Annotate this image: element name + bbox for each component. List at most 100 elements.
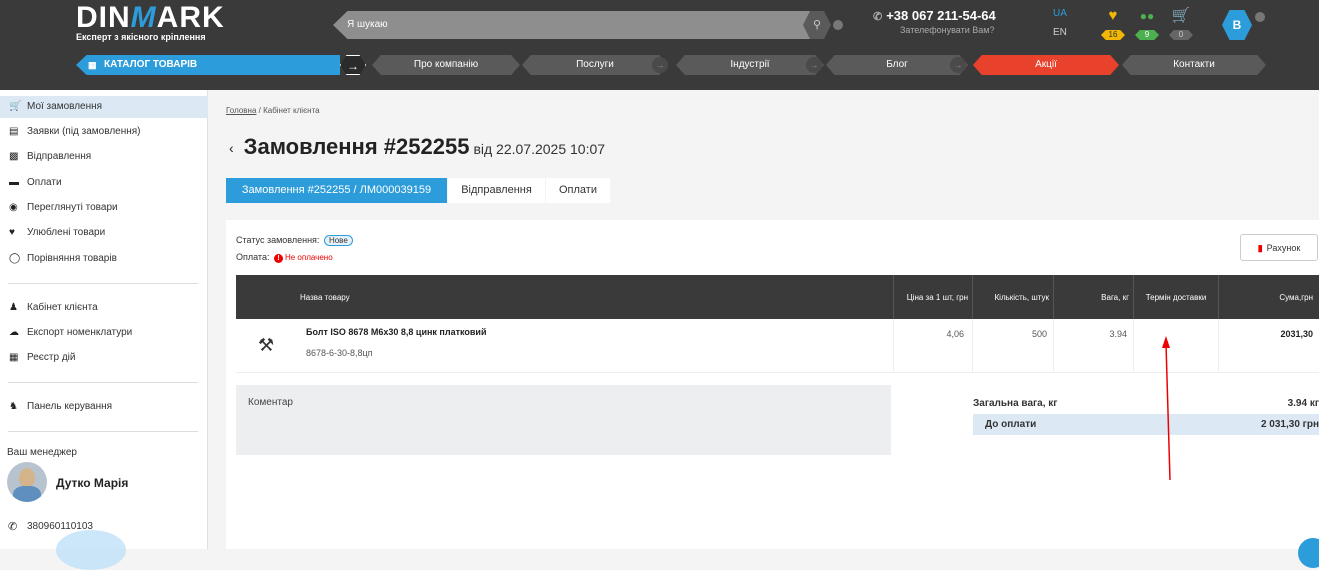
sidebar-item-requests[interactable]: ▤ Заявки (під замовлення) [0,121,208,143]
col-name: Назва товару [236,275,894,319]
back-chevron-icon[interactable]: ‹ [229,140,234,156]
cell-price: 4,06 [894,319,973,373]
logo-text: DIN [76,1,131,34]
table-row[interactable]: ⚒ Болт ISO 8678 M6x30 8,8 цинк платковий… [236,319,1319,373]
order-title: Замовлення #252255 [243,134,470,159]
tab-order[interactable]: Замовлення #252255 / ЛМ000039159 [226,178,447,203]
card-icon: ▬ [9,177,19,188]
order-card: Статус замовлення: Нове Оплата: ! Не опла… [226,220,1319,549]
floating-chat-button[interactable] [1298,538,1319,568]
search-extra-icon [833,20,843,30]
sidebar-item-label: Заявки (під замовлення) [27,126,141,137]
phone-icon: ✆ [873,11,883,23]
nav-industries[interactable]: Індустрії [676,55,824,75]
logo-accent: M [130,1,157,34]
cloud-icon: ☁ [9,327,19,338]
compare-icon: ◯ [9,253,21,264]
sidebar-divider [8,431,198,432]
search-input[interactable]: Я шукаю [333,11,815,39]
heart-icon: ♥ [1108,7,1118,24]
cart-badge: 0 [1169,30,1193,40]
sidebar-divider [8,283,198,284]
status-badge: Нове [323,235,353,246]
sidebar-item-label: Порівняння товарів [27,253,117,264]
sidebar-item-export[interactable]: ☁ Експорт номенклатури [0,322,208,344]
payment-label: Оплата: [236,252,270,262]
lang-en[interactable]: EN [1053,27,1067,38]
invoice-button[interactable]: ▮ Рахунок [1240,234,1318,261]
cell-weight: 3.94 [1054,319,1134,373]
invoice-label: Рахунок [1266,243,1301,253]
cell-sum: 2031,30 [1280,329,1313,339]
cell-qty: 500 [973,319,1054,373]
manager-label: Ваш менеджер [7,447,77,458]
register-icon: ▦ [9,352,19,363]
user-avatar-button[interactable]: B [1222,10,1252,40]
sidebar-item-payments[interactable]: ▬ Оплати [0,172,208,194]
col-delivery: Термін доставки [1134,275,1219,319]
phone-icon: ✆ [8,521,18,533]
nav-arrow-icon: → [806,57,822,73]
user-icon: ♟ [9,302,18,313]
compare-button[interactable]: ●● 9 [1132,8,1162,42]
user-menu-icon[interactable] [1255,12,1265,22]
favorites-button[interactable]: ♥ 16 [1098,8,1128,42]
nav-services[interactable]: Послуги [522,55,668,75]
eye-icon: ◉ [9,202,18,213]
amount-due-label: До оплати [985,419,1037,430]
comment-label: Коментар [248,397,293,408]
phone-number: +38 067 211-54-64 [886,8,996,23]
sidebar-item-label: Панель керування [27,401,113,412]
phone-block[interactable]: ✆ +38 067 211-54-64 Зателефонувати Вам? [873,8,996,35]
language-switcher: UA EN [1053,8,1067,38]
admin-icon: ♞ [9,401,18,412]
comment-box[interactable]: Коментар [236,385,891,455]
logo[interactable]: DINMARK Експерт з якісного кріплення [76,1,225,43]
total-weight-value: 3.94 кг [1287,398,1319,409]
cart-button[interactable]: 🛒 0 [1166,8,1196,42]
grid-icon: ▦ [88,60,97,70]
cart-icon: 🛒 [1171,7,1191,24]
catalog-button[interactable]: ▦ КАТАЛОГ ТОВАРІВ → [76,55,366,75]
sidebar-item-cabinet[interactable]: ♟ Кабінет клієнта [0,297,208,319]
sidebar-item-admin[interactable]: ♞ Панель керування [0,396,208,418]
logo-text-end: ARK [156,1,225,34]
search: Я шукаю ⚲ [333,11,843,39]
callback-link[interactable]: Зателефонувати Вам? [900,25,996,35]
truck-icon: ▩ [9,151,19,162]
header-icons: ♥ 16 ●● 9 🛒 0 [1098,8,1198,40]
tools-icon: ⚒ [258,335,275,355]
amount-due: До оплати 2 031,30 грн [973,414,1319,435]
sidebar-item-label: Кабінет клієнта [27,302,98,313]
payment-status: Оплата: ! Не оплачено [236,252,333,263]
alert-icon: ! [273,254,283,263]
sidebar-item-shipments[interactable]: ▩ Відправлення [0,146,208,168]
sidebar-item-register[interactable]: ▦ Реєстр дій [0,347,208,369]
lang-ua[interactable]: UA [1053,8,1067,19]
total-weight-label: Загальна вага, кг [973,398,1058,409]
product-name[interactable]: Болт ISO 8678 M6x30 8,8 цинк платковий [306,327,486,337]
sidebar-item-compare[interactable]: ◯ Порівняння товарів [0,248,208,270]
nav-sales[interactable]: Акції [973,55,1119,75]
tab-payments[interactable]: Оплати [546,178,610,203]
tab-shipments[interactable]: Відправлення [448,178,545,203]
sidebar-item-label: Відправлення [27,151,92,162]
product-code: 8678-6-30-8,8цп [306,348,373,358]
sidebar-item-favorites[interactable]: ♥ Улюблені товари [0,222,208,244]
chat-bubble[interactable] [56,530,126,570]
nav-arrow-icon: → [950,57,966,73]
sidebar-item-viewed[interactable]: ◉ Переглянуті товари [0,197,208,219]
nav-about[interactable]: Про компанію [372,55,520,75]
logo-tagline: Експерт з якісного кріплення [76,32,206,42]
sidebar-divider [8,382,198,383]
nav-contacts[interactable]: Контакти [1122,55,1266,75]
sidebar-item-orders[interactable]: 🛒 Мої замовлення [0,96,208,118]
sidebar: 🛒 Мої замовлення ▤ Заявки (під замовлення)… [0,90,208,570]
breadcrumb: Головна / Кабінет клієнта [226,106,320,115]
breadcrumb-home[interactable]: Головна [226,106,256,115]
page-title: ‹ Замовлення #252255 від 22.07.2025 10:07 [229,134,605,160]
cart-icon: 🛒 [9,101,22,112]
nav-blog[interactable]: Блог [826,55,968,75]
cell-product: ⚒ Болт ISO 8678 M6x30 8,8 цинк платковий… [236,319,894,373]
pdf-icon: ▮ [1257,243,1263,253]
